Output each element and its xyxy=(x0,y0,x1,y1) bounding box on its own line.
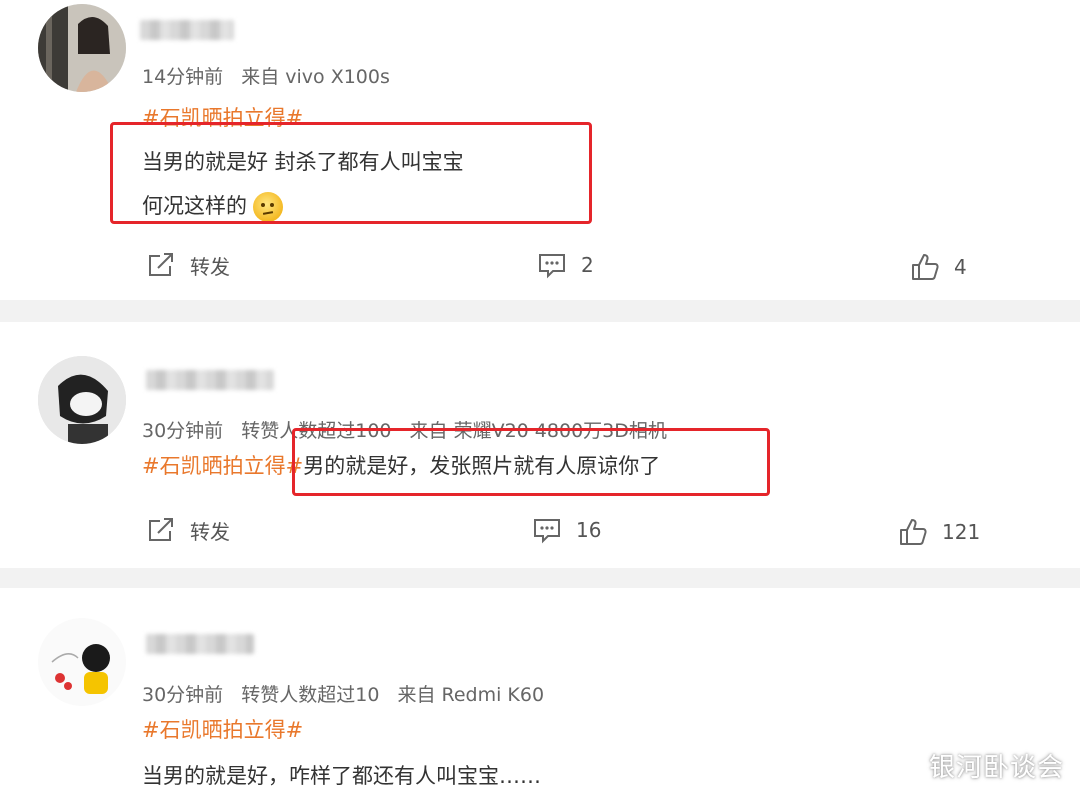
comment-count: 2 xyxy=(581,253,594,277)
avatar[interactable] xyxy=(38,618,126,706)
hashtag-link[interactable]: #石凯晒拍立得# xyxy=(142,454,303,478)
comment-count: 16 xyxy=(576,518,602,542)
repost-icon xyxy=(149,518,173,541)
comment-icon xyxy=(539,254,565,279)
repost-label: 转发 xyxy=(190,254,230,279)
like-icon xyxy=(912,254,939,280)
watermark: 银河卧谈会 xyxy=(928,753,1064,783)
comment-button[interactable]: 16 xyxy=(532,515,601,545)
post-card: 30分钟前 转赞人数超过10 来自 Redmi K60 #石凯晒拍立得# 当男的… xyxy=(0,588,1080,806)
repost-label: 转发 xyxy=(190,519,230,544)
avatar[interactable] xyxy=(38,356,126,444)
like-button[interactable]: 4 xyxy=(910,252,967,282)
post-text: 当男的就是好，咋样了都还有人叫宝宝…… xyxy=(142,764,541,788)
hashtag-link[interactable]: #石凯晒拍立得# xyxy=(142,708,541,752)
username-redacted[interactable] xyxy=(140,20,234,40)
avatar[interactable] xyxy=(38,4,126,92)
post-body: #石凯晒拍立得# 当男的就是好，咋样了都还有人叫宝宝…… xyxy=(142,708,541,798)
comment-button[interactable]: 2 xyxy=(537,250,594,280)
post-source: 来自 Redmi K60 xyxy=(397,684,545,706)
repost-icon xyxy=(149,253,173,276)
post-source: 来自 vivo X100s xyxy=(241,66,390,88)
post-extra: 转赞人数超过10 xyxy=(241,684,380,706)
comment-icon xyxy=(534,519,560,544)
post-card: 14分钟前 来自 vivo X100s #石凯晒拍立得# 当男的就是好 封杀了都… xyxy=(0,0,1080,300)
post-time: 30分钟前 xyxy=(142,684,224,706)
username-redacted[interactable] xyxy=(146,370,274,390)
like-count: 121 xyxy=(942,520,981,544)
highlight-box xyxy=(292,428,770,496)
repost-button[interactable]: 转发 xyxy=(146,515,230,545)
post-time: 30分钟前 xyxy=(142,420,224,442)
repost-button[interactable]: 转发 xyxy=(146,250,230,280)
post-meta: 14分钟前 来自 vivo X100s xyxy=(142,62,402,89)
post-time: 14分钟前 xyxy=(142,66,224,88)
like-button[interactable]: 121 xyxy=(898,517,980,547)
highlight-box xyxy=(110,122,592,224)
like-icon xyxy=(900,519,927,545)
username-redacted[interactable] xyxy=(146,634,254,654)
post-card: 30分钟前 转赞人数超过100 来自 荣耀V20 4800万3D相机 #石凯晒拍… xyxy=(0,322,1080,568)
post-meta: 30分钟前 转赞人数超过10 来自 Redmi K60 xyxy=(142,680,556,707)
like-count: 4 xyxy=(954,255,967,279)
